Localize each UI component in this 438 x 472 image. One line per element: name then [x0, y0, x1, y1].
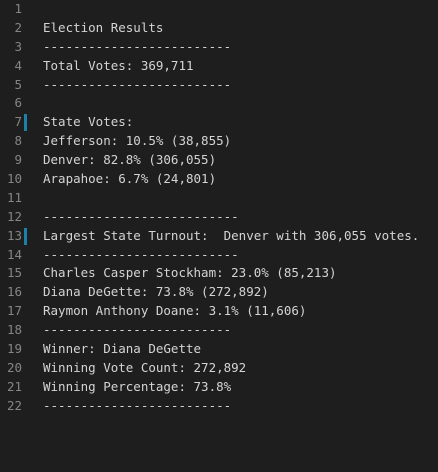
line-number: 2	[14, 19, 22, 35]
line-text[interactable]: --------------------------	[43, 208, 239, 227]
line-text[interactable]: Raymon Anthony Doane: 3.1% (11,606)	[43, 302, 306, 321]
line-text[interactable]: -------------------------	[43, 397, 231, 416]
editor-line[interactable]: 12 --------------------------	[0, 208, 438, 227]
line-number: 10	[6, 171, 22, 187]
line-number: 13	[6, 227, 22, 243]
line-text[interactable]: Diana DeGette: 73.8% (272,892)	[43, 283, 269, 302]
text-editor[interactable]: 1 2 Election Results 3 -----------------…	[0, 0, 438, 416]
line-text[interactable]: Winning Percentage: 73.8%	[43, 378, 231, 397]
editor-line[interactable]: 10 Arapahoe: 6.7% (24,801)	[0, 170, 438, 189]
editor-line[interactable]: 2 Election Results	[0, 19, 438, 38]
line-number: 8	[14, 133, 22, 149]
line-number: 11	[6, 189, 22, 205]
line-number: 14	[6, 246, 22, 262]
editor-line[interactable]: 15 Charles Casper Stockham: 23.0% (85,21…	[0, 264, 438, 283]
line-text[interactable]: Winning Vote Count: 272,892	[43, 359, 246, 378]
line-number: 22	[6, 397, 22, 413]
line-number: 4	[14, 57, 22, 73]
editor-line[interactable]: 7 State Votes:	[0, 113, 438, 132]
line-number: 6	[14, 95, 22, 111]
editor-line[interactable]: 18 -------------------------	[0, 321, 438, 340]
editor-line[interactable]: 20 Winning Vote Count: 272,892	[0, 359, 438, 378]
line-text[interactable]: Charles Casper Stockham: 23.0% (85,213)	[43, 264, 337, 283]
line-text[interactable]: --------------------------	[43, 246, 239, 265]
line-text[interactable]: State Votes:	[43, 113, 133, 132]
line-text[interactable]: Total Votes: 369,711	[43, 57, 194, 76]
line-text[interactable]: -------------------------	[43, 321, 231, 340]
editor-line[interactable]: 8 Jefferson: 10.5% (38,855)	[0, 132, 438, 151]
editor-line[interactable]: 16 Diana DeGette: 73.8% (272,892)	[0, 283, 438, 302]
editor-line[interactable]: 4 Total Votes: 369,711	[0, 57, 438, 76]
line-number: 18	[6, 322, 22, 338]
line-text[interactable]: Winner: Diana DeGette	[43, 340, 201, 359]
editor-line[interactable]: 3 -------------------------	[0, 38, 438, 57]
editor-line[interactable]: 17 Raymon Anthony Doane: 3.1% (11,606)	[0, 302, 438, 321]
line-text[interactable]: Denver: 82.8% (306,055)	[43, 151, 216, 170]
modified-line-marker[interactable]	[24, 114, 27, 132]
line-number: 1	[14, 1, 22, 16]
line-text[interactable]: -------------------------	[43, 76, 231, 95]
line-text[interactable]: Largest State Turnout: Denver with 306,0…	[43, 227, 419, 246]
line-text[interactable]: Election Results	[43, 19, 163, 38]
line-number: 20	[6, 359, 22, 375]
line-text[interactable]: -------------------------	[43, 38, 231, 57]
editor-line[interactable]: 13 Largest State Turnout: Denver with 30…	[0, 227, 438, 246]
line-number: 12	[6, 208, 22, 224]
editor-line[interactable]: 21 Winning Percentage: 73.8%	[0, 378, 438, 397]
line-number: 19	[6, 341, 22, 357]
line-number: 17	[6, 303, 22, 319]
editor-line[interactable]: 9 Denver: 82.8% (306,055)	[0, 151, 438, 170]
line-number: 7	[14, 114, 22, 130]
editor-line[interactable]: 22 -------------------------	[0, 397, 438, 416]
line-number: 15	[6, 265, 22, 281]
line-number: 21	[6, 378, 22, 394]
editor-line[interactable]: 1	[0, 0, 438, 19]
editor-line[interactable]: 19 Winner: Diana DeGette	[0, 340, 438, 359]
modified-line-marker[interactable]	[24, 227, 27, 245]
editor-line[interactable]: 6	[0, 94, 438, 113]
line-number: 5	[14, 76, 22, 92]
line-text[interactable]: Arapahoe: 6.7% (24,801)	[43, 170, 216, 189]
line-number: 3	[14, 38, 22, 54]
line-number: 9	[14, 152, 22, 168]
line-text[interactable]: Jefferson: 10.5% (38,855)	[43, 132, 231, 151]
editor-line[interactable]: 5 -------------------------	[0, 76, 438, 95]
editor-line[interactable]: 14 --------------------------	[0, 246, 438, 265]
editor-line[interactable]: 11	[0, 189, 438, 208]
line-number: 16	[6, 284, 22, 300]
